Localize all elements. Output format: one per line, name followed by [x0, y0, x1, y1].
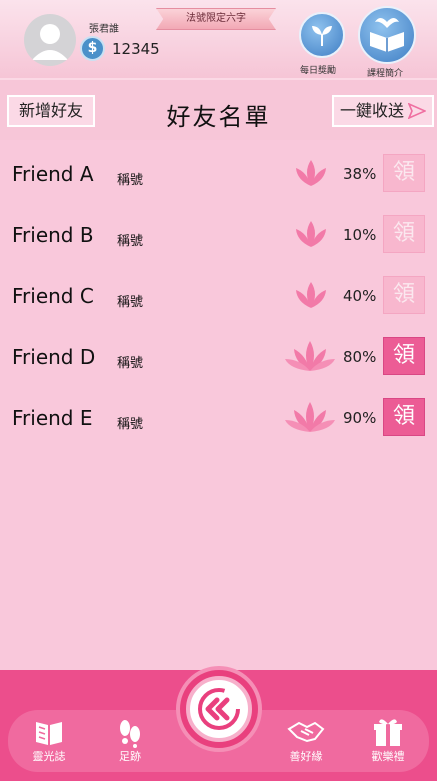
- avatar[interactable]: [24, 14, 76, 66]
- book-icon: [36, 722, 62, 745]
- collect-all-label: 一鍵收送: [340, 101, 405, 120]
- nav-label: 善好緣: [289, 750, 323, 763]
- friend-title: 稱號: [117, 295, 144, 310]
- course-intro-label: 課程簡介: [367, 69, 404, 79]
- friend-title: 稱號: [117, 356, 144, 371]
- nav-item-joy-gift[interactable]: 歡樂禮: [358, 716, 418, 764]
- footprints-icon: [120, 720, 140, 748]
- handshake-icon: [287, 721, 325, 743]
- friend-name[interactable]: Friend D: [12, 345, 95, 369]
- friend-name[interactable]: Friend A: [12, 162, 94, 186]
- friend-percent: 38%: [343, 165, 377, 183]
- friend-name[interactable]: Friend E: [12, 406, 93, 430]
- coin-icon: $: [80, 36, 105, 61]
- user-icon: [32, 24, 68, 60]
- friend-row: Friend E 稱號 90% 領: [0, 398, 437, 438]
- lotus-icon: [296, 221, 326, 247]
- friend-percent: 80%: [343, 348, 377, 366]
- nav-item-journal[interactable]: 靈光誌: [19, 716, 79, 764]
- lotus-icon: [296, 282, 326, 308]
- friend-row: Friend C 稱號 40% 領: [0, 276, 437, 316]
- claim-button[interactable]: 領: [383, 337, 425, 375]
- nav-label: 靈光誌: [32, 750, 66, 763]
- friend-percent: 40%: [343, 287, 377, 305]
- claim-button[interactable]: 領: [383, 276, 425, 314]
- claim-button[interactable]: 領: [383, 398, 425, 436]
- friend-title: 稱號: [117, 234, 144, 249]
- friend-name[interactable]: Friend B: [12, 223, 94, 247]
- username: 張君誰: [89, 24, 119, 35]
- lotus-icon: [285, 402, 335, 432]
- friend-row: Friend A 稱號 38% 領: [0, 154, 437, 194]
- claim-button[interactable]: 領: [383, 215, 425, 253]
- course-intro-button[interactable]: [358, 6, 416, 64]
- daily-reward-button[interactable]: [299, 12, 345, 58]
- nav-item-good-karma[interactable]: 善好緣: [276, 716, 336, 764]
- friend-row: Friend D 稱號 80% 領: [0, 337, 437, 377]
- daily-reward-label: 每日獎勵: [300, 66, 337, 76]
- friend-name[interactable]: Friend C: [12, 284, 94, 308]
- center-action-button[interactable]: [176, 666, 262, 752]
- open-book-icon: [370, 18, 404, 52]
- collect-all-button[interactable]: 一鍵收送: [332, 95, 435, 127]
- friend-percent: 10%: [343, 226, 377, 244]
- send-icon: [408, 103, 427, 119]
- nav-label: 足跡: [119, 750, 141, 763]
- friend-title: 稱號: [117, 417, 144, 432]
- friend-percent: 90%: [343, 409, 377, 427]
- gift-icon: [374, 719, 402, 746]
- rewind-icon: [198, 688, 240, 730]
- dharma-name-ribbon: 法號限定六字: [156, 8, 276, 30]
- friend-row: Friend B 稱號 10% 領: [0, 215, 437, 255]
- header: 張君誰 $ 12345 法號限定六字 每日獎勵 課程簡介: [0, 0, 437, 80]
- nav-label: 歡樂禮: [371, 750, 405, 763]
- sprout-icon: [312, 26, 332, 46]
- lotus-icon: [285, 341, 335, 371]
- nav-item-footprints[interactable]: 足跡: [100, 716, 160, 764]
- coin-amount: 12345: [112, 40, 160, 58]
- claim-button[interactable]: 領: [383, 154, 425, 192]
- friend-title: 稱號: [117, 173, 144, 188]
- lotus-icon: [296, 160, 326, 186]
